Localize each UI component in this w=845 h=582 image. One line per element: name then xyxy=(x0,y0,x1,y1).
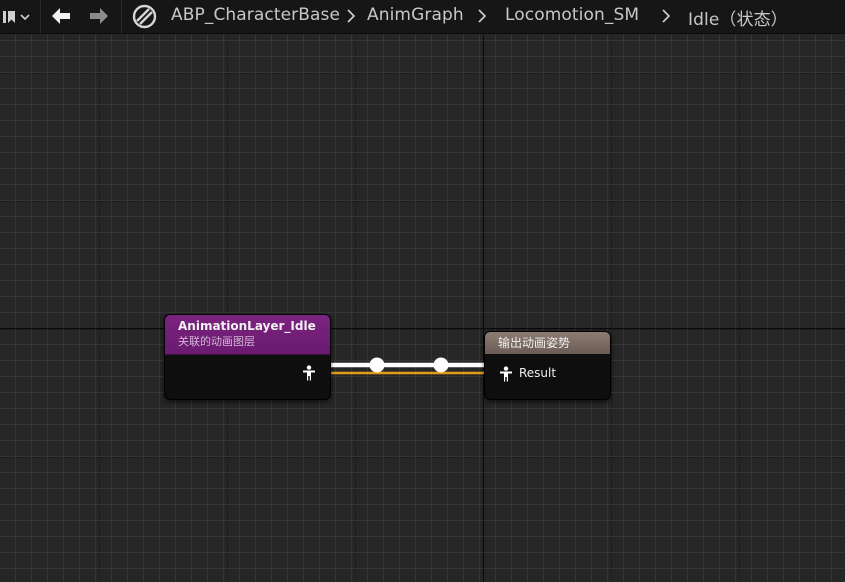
node-title: 输出动画姿势 xyxy=(485,332,610,354)
pose-pin-icon[interactable] xyxy=(499,366,513,382)
node-subtitle: 关联的动画图层 xyxy=(178,335,255,348)
wire-layer xyxy=(317,357,498,375)
node-title: AnimationLayer_Idle xyxy=(178,319,316,333)
node-header: AnimationLayer_Idle 关联的动画图层 xyxy=(165,315,330,355)
reroute-node-icon[interactable] xyxy=(369,357,385,373)
result-pin-label: Result xyxy=(519,366,557,380)
node-animation-layer-idle[interactable]: AnimationLayer_Idle 关联的动画图层 xyxy=(164,314,331,400)
node-output-pose[interactable]: 输出动画姿势 Result xyxy=(484,331,611,400)
reroute-node-icon[interactable] xyxy=(433,357,449,373)
pose-pin-icon[interactable] xyxy=(302,365,316,381)
